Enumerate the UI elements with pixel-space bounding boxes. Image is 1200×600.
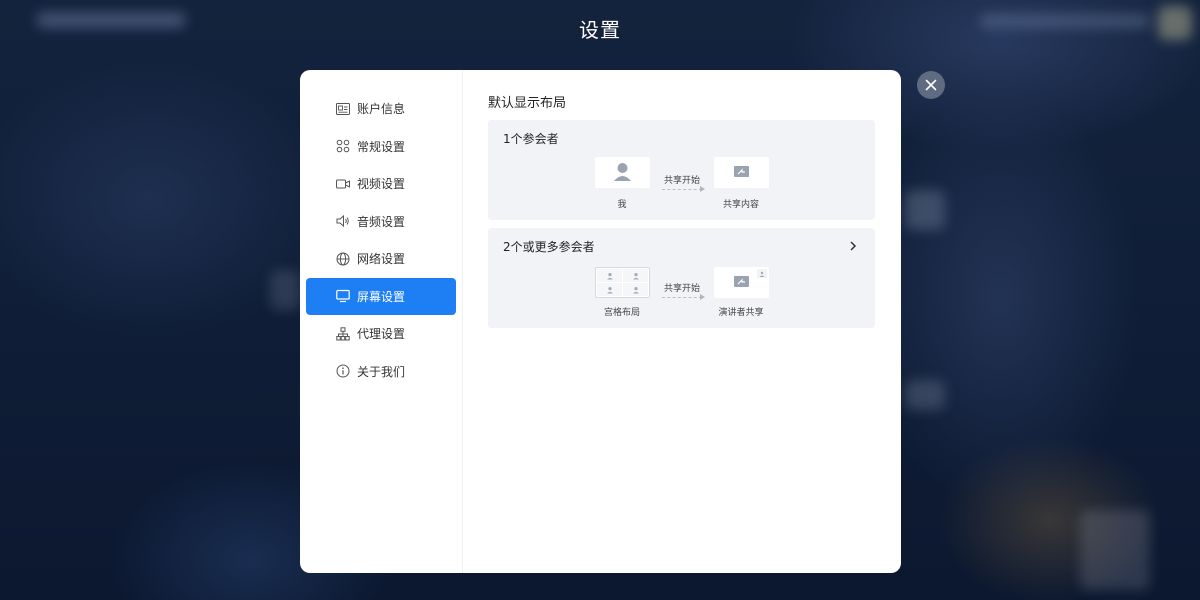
page-title: 设置 (579, 18, 621, 42)
sidebar-item-label: 网络设置 (357, 252, 406, 267)
layout-card-multi[interactable]: 2个或更多参会者 宫格布局 共享开始 演讲者共享 (488, 228, 875, 328)
sidebar-item-label: 音频设置 (357, 214, 406, 229)
sidebar-item-label: 账户信息 (357, 102, 406, 117)
card-title: 1个参会者 (503, 132, 559, 146)
thumbnail-label: 我 (617, 200, 627, 210)
sidebar-item-network[interactable]: 网络设置 (306, 240, 456, 278)
globe-icon (336, 252, 350, 266)
grid-cell (597, 269, 622, 282)
sidebar-item-label: 代理设置 (357, 327, 406, 342)
grid-cell (597, 283, 622, 296)
user-icon (614, 163, 631, 181)
thumbnail-label: 演讲者共享 (718, 308, 764, 318)
user-icon (606, 286, 613, 293)
close-button[interactable] (917, 71, 945, 99)
speaker-icon (336, 214, 350, 228)
id-card-icon (336, 102, 350, 116)
background-blur (270, 270, 300, 310)
shared-content-thumbnail (714, 157, 769, 188)
video-camera-icon (336, 177, 350, 191)
arrow-right-icon (700, 186, 705, 192)
dashed-arrow-line (662, 189, 702, 190)
layout-card-single: 1个参会者 我 共享开始 共享内容 (488, 120, 875, 220)
sidebar-item-label: 屏幕设置 (357, 289, 406, 304)
dashed-arrow-line (662, 297, 702, 298)
arrow-right-icon (700, 294, 705, 300)
sidebar-item-proxy[interactable]: 代理设置 (306, 315, 456, 353)
chevron-right-icon[interactable] (848, 240, 858, 252)
arrow-label: 共享开始 (663, 176, 700, 186)
grid-cell (623, 269, 648, 282)
sidebar-item-label: 常规设置 (357, 139, 406, 154)
sidebar-item-general[interactable]: 常规设置 (306, 128, 456, 166)
sidebar-item-about[interactable]: 关于我们 (306, 353, 456, 391)
user-icon (632, 286, 639, 293)
speaker-share-thumbnail (714, 267, 769, 298)
user-icon (632, 272, 639, 279)
self-video-thumbnail (595, 157, 650, 188)
speaker-avatar (757, 269, 767, 278)
sidebar-item-account[interactable]: 账户信息 (306, 90, 456, 128)
section-title: 默认显示布局 (488, 96, 567, 111)
network-tree-icon (336, 327, 350, 341)
grid-circles-icon (336, 139, 350, 153)
share-screen-icon (734, 166, 749, 177)
sidebar-item-audio[interactable]: 音频设置 (306, 203, 456, 241)
card-title: 2个或更多参会者 (503, 240, 595, 254)
screen-settings-panel: 默认显示布局 1个参会者 我 共享开始 共享内容 2个或更多参会者 宫格布局 共… (463, 70, 901, 573)
background-blur (905, 190, 945, 230)
settings-sidebar: 账户信息 常规设置 视频设置 音频设置 网络设置 屏幕设置 代理设置 关于我们 (300, 70, 463, 573)
info-icon (336, 364, 350, 378)
user-icon (606, 272, 613, 279)
background-blur (1080, 510, 1150, 590)
sidebar-item-video[interactable]: 视频设置 (306, 165, 456, 203)
sidebar-item-label: 视频设置 (357, 177, 406, 192)
monitor-icon (336, 289, 350, 303)
grid-layout-thumbnail (595, 267, 650, 298)
arrow-label: 共享开始 (663, 284, 700, 294)
thumbnail-label: 共享内容 (722, 200, 759, 210)
grid-cell (623, 283, 648, 296)
user-icon (759, 271, 765, 277)
settings-dialog: 账户信息 常规设置 视频设置 音频设置 网络设置 屏幕设置 代理设置 关于我们 … (300, 70, 901, 573)
thumbnail-label: 宫格布局 (603, 308, 640, 318)
sidebar-item-screen[interactable]: 屏幕设置 (306, 277, 456, 315)
background-blur (905, 380, 945, 410)
close-icon (925, 79, 937, 91)
sidebar-item-label: 关于我们 (357, 364, 406, 379)
